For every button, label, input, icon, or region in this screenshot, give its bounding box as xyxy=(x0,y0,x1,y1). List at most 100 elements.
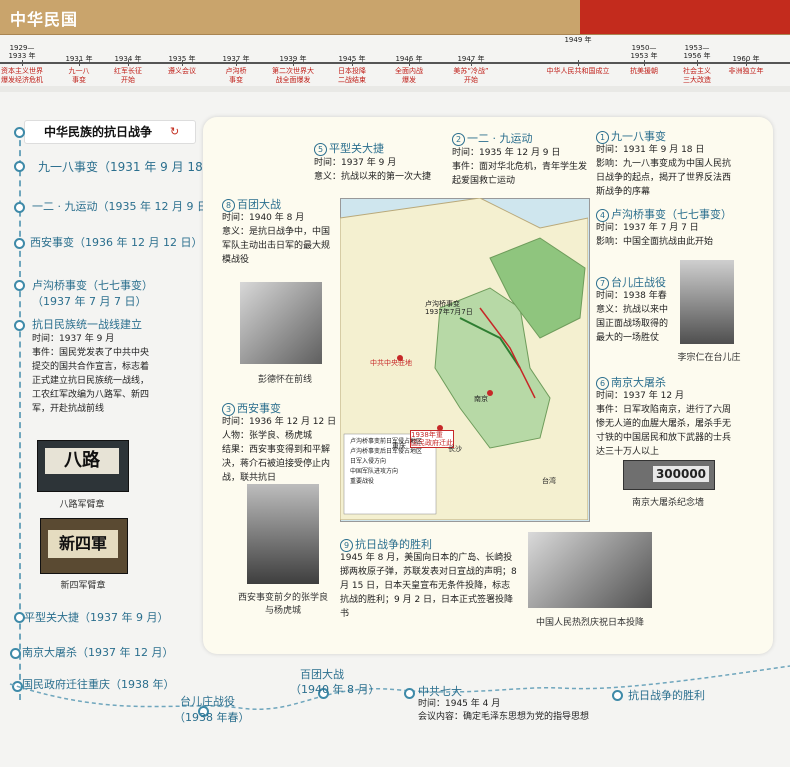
timeline-dot xyxy=(14,202,25,213)
left-event-2: 一二 · 九运动（1935 年 12 月 9 日） xyxy=(32,200,219,213)
timeline-event: 中华人民共和国成立 xyxy=(546,67,610,75)
block-5-meaning: 意义：抗战以来的第一次大捷 xyxy=(314,172,432,182)
bottom-event-2b: （1940 年 8 月） xyxy=(290,683,380,696)
eighth-route-badge-text: 八路 xyxy=(45,448,119,474)
left-event-5: 抗日民族统一战线建立 xyxy=(32,318,142,331)
block-4-title: 4 卢沟桥事变（七七事变） xyxy=(596,206,732,222)
block-5-title: 5 平型关大捷 xyxy=(314,140,384,156)
timeline-year: 1950— 1953 年 xyxy=(630,44,658,60)
swirl-icon: ↻ xyxy=(170,125,180,138)
timeline-tick xyxy=(578,60,579,66)
block-2-title: 2 一二 · 九运动 xyxy=(452,130,533,146)
eighth-route-badge-caption: 八路军臂章 xyxy=(59,500,105,510)
li-zongren-photo xyxy=(680,260,734,344)
block-9-title: 9 抗日战争的胜利 xyxy=(340,536,432,552)
block-7-time: 时间：1938 年春 xyxy=(596,291,667,301)
block-2-time: 时间：1935 年 12 月 9 日 xyxy=(452,148,561,158)
block-5-time: 时间：1937 年 9 月 xyxy=(314,158,397,168)
timeline-event: 卢沟桥 事变 xyxy=(225,67,247,84)
bottom-event-3-time: 时间：1945 年 4 月 xyxy=(418,699,501,709)
timeline-tick xyxy=(79,60,80,66)
left-event-1: 九一八事变（1931 年 9 月 18 日） xyxy=(38,160,231,174)
timeline-event: 美苏“冷战” 开始 xyxy=(453,67,489,84)
block-2-event: 事件：面对华北危机，青年学生发起爱国救亡运动 xyxy=(452,162,588,186)
timeline-base xyxy=(0,86,790,92)
block-3-people: 人物：张学良、杨虎城 xyxy=(222,431,313,441)
map-label-taiwan: 台湾 xyxy=(542,477,556,485)
block-4-impact: 影响：中国全面抗战由此开始 xyxy=(596,237,714,247)
block-1-time: 时间：1931 年 9 月 18 日 xyxy=(596,145,705,155)
timeline-tick xyxy=(746,60,747,66)
block-7-title: 7 台儿庄战役 xyxy=(596,274,666,290)
block-3-caption: 西安事变前夕的张学良与杨虎城 xyxy=(238,593,329,616)
timeline-dot xyxy=(14,238,25,249)
block-3-time: 时间：1936 年 12 月 12 日 xyxy=(222,417,337,427)
timeline-event: 红军长征 开始 xyxy=(114,67,142,84)
left-event-3: 西安事变（1936 年 12 月 12 日） xyxy=(30,236,203,249)
bottom-event-3-content: 会议内容：确定毛泽东思想为党的指导思想 xyxy=(418,712,590,722)
bottom-event-1b: （1938 年春） xyxy=(174,711,250,724)
memorial-wall-number: 300000 xyxy=(653,466,709,482)
block-6-title: 6 南京大屠杀 xyxy=(596,374,666,390)
map-legend-5: 重要战役 xyxy=(350,478,375,485)
block-9-text: 1945 年 8 月，美国向日本的广岛、长崎投掷两枚原子弹，苏联发表对日宣战的声… xyxy=(340,553,517,619)
block-8-time: 时间：1940 年 8 月 xyxy=(222,213,305,223)
timeline-dot xyxy=(404,688,415,699)
victory-photo xyxy=(528,532,652,608)
timeline-dot xyxy=(14,320,25,331)
timeline-dot xyxy=(14,161,25,172)
timeline-dot xyxy=(612,690,623,701)
block-4-time: 时间：1937 年 7 月 7 日 xyxy=(596,223,699,233)
block-5-number: 5 xyxy=(314,143,327,156)
peng-dehuai-photo xyxy=(240,282,322,364)
left-event-4b: （1937 年 7 月 7 日） xyxy=(32,295,147,308)
block-6-time: 时间：1937 年 12 月 xyxy=(596,391,684,401)
timeline-year: 1949 年 xyxy=(564,36,592,44)
timeline-tick xyxy=(128,60,129,66)
timeline-tick xyxy=(236,60,237,66)
timeline-tick xyxy=(644,60,645,66)
timeline-tick xyxy=(409,60,410,66)
timeline-tick xyxy=(182,60,183,66)
timeline-tick xyxy=(293,60,294,66)
map-label-changsha: 长沙 xyxy=(448,445,462,453)
timeline-event: 抗美援朝 xyxy=(630,67,658,75)
bottom-event-2a: 百团大战 xyxy=(300,668,344,681)
left-event-4a: 卢沟桥事变（七七事变） xyxy=(32,279,153,292)
map-legend-4: 中国军队进攻方向 xyxy=(350,468,399,475)
timeline-tick xyxy=(352,60,353,66)
block-6-caption: 南京大屠杀纪念墙 xyxy=(631,498,704,508)
block-1-title: 1 九一八事变 xyxy=(596,128,666,144)
timeline-year: 1929— 1933 年 xyxy=(8,44,36,60)
block-1-impact: 影响：九一八事变成为中国人民抗日战争的起点，揭开了世界反法西斯战争的序幕 xyxy=(596,159,732,197)
timeline-dot xyxy=(14,127,25,138)
map-legend-2: 卢沟桥事变后日军侵占地区 xyxy=(350,448,423,455)
timeline-event: 日本投降 二战结束 xyxy=(338,67,366,84)
timeline-event: 资本主义世界 爆发经济危机 xyxy=(1,67,43,84)
map-label-yanan: 中共中央驻地 xyxy=(370,359,412,367)
timeline-tick xyxy=(22,60,23,66)
timeline-event: 遵义会议 xyxy=(168,67,196,75)
zhang-yang-photo xyxy=(247,484,319,584)
block-7-meaning: 意义：抗战以来中国正面战场取得的最大的一场胜仗 xyxy=(596,305,669,343)
timeline-event: 非洲独立年 xyxy=(728,67,764,75)
bottom-event-4: 抗日战争的胜利 xyxy=(628,689,705,702)
left-event-7: 南京大屠杀（1937 年 12 月） xyxy=(22,646,174,659)
section-title: 中华民族的抗日战争 xyxy=(44,125,153,139)
block-7-caption: 李宗仁在台儿庄 xyxy=(677,353,741,363)
timeline-dot xyxy=(14,280,25,291)
block-8-title: 8 百团大战 xyxy=(222,196,281,212)
header-accent xyxy=(580,0,790,34)
block-9-caption: 中国人民热烈庆祝日本投降 xyxy=(535,618,644,628)
left-event-5-time: 时间：1937 年 9 月 xyxy=(32,334,115,344)
map-legend-3: 日军入侵方向 xyxy=(350,458,387,465)
new-fourth-badge-caption: 新四军臂章 xyxy=(60,581,106,591)
block-3-result: 结果：西安事变得到和平解决，蒋介石被迫接受停止内战，联共抗日 xyxy=(222,445,331,483)
new-fourth-badge-text: 新四軍 xyxy=(48,530,118,558)
timeline-dot xyxy=(10,648,21,659)
map-legend: 卢沟桥事变前日军侵占地区 卢沟桥事变后日军侵占地区 日军入侵方向 中国军队进攻方… xyxy=(350,437,440,487)
block-8-meaning: 意义：是抗日战争中，中国军队主动出击日军的最大规模战役 xyxy=(222,227,331,265)
bottom-event-1a: 台儿庄战役 xyxy=(180,695,235,708)
block-8-caption: 彭德怀在前线 xyxy=(257,375,312,385)
map-label-nanjing: 南京 xyxy=(474,395,488,403)
